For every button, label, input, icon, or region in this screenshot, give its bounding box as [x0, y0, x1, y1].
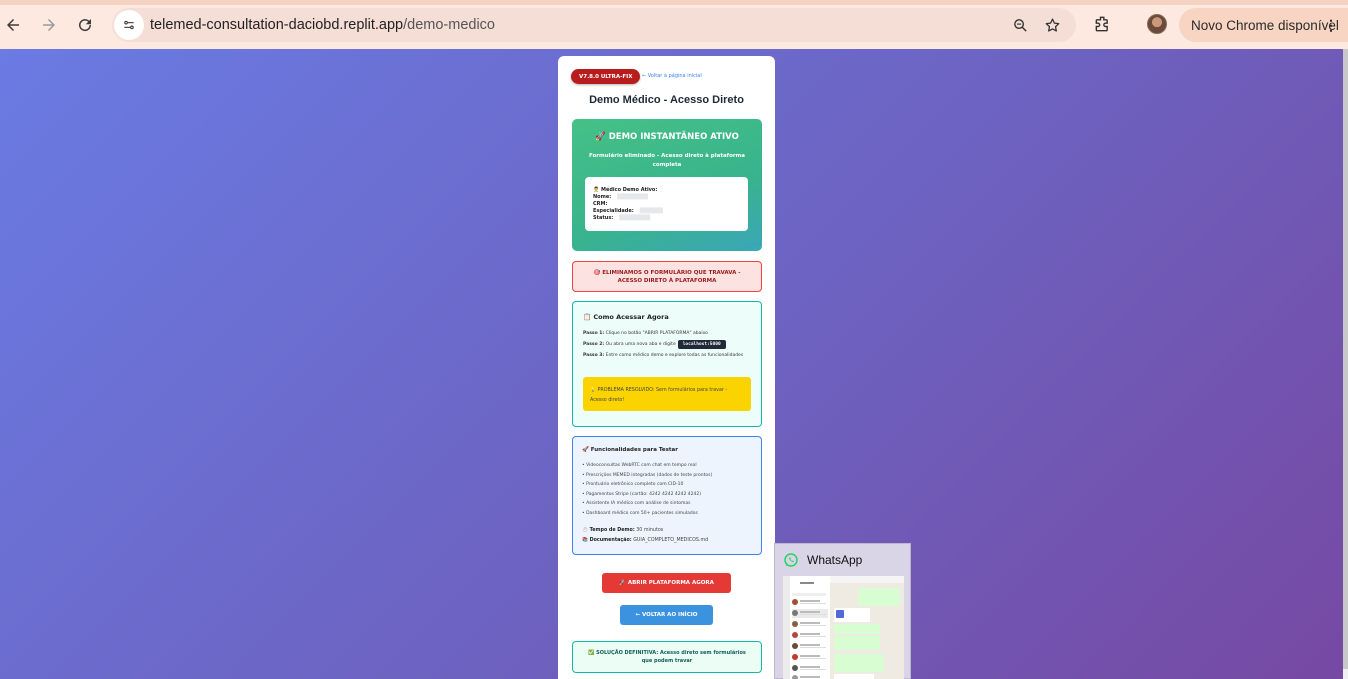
features-panel: 🚀 Funcionalidades para Testar • Videocon… [572, 436, 762, 555]
site-info-icon[interactable] [114, 10, 144, 40]
documentation-value: GUIA_COMPLETO_MEDICOS.md [631, 538, 709, 543]
crm-label: CRM: [593, 201, 608, 207]
demo-active-panel: 🚀 DEMO INSTANTÂNEO ATIVO Formulário elim… [572, 119, 762, 251]
thumb-row [792, 664, 828, 673]
doctor-status-row: Status: ████████ [593, 215, 740, 222]
doctor-specialty-row: Especialidade: ██████ [593, 208, 740, 215]
browser-toolbar: telemed-consultation-daciobd.replit.app/… [0, 0, 1348, 49]
version-badge: V7.8.0 ULTRA-FIX [571, 69, 641, 84]
bookmark-star-icon[interactable] [1042, 15, 1062, 35]
problem-solved-note: 💡 PROBLEMA RESOLVIDO: Sem formulários pa… [583, 377, 751, 411]
extensions-icon[interactable] [1093, 14, 1113, 34]
how-to-access-title: 📋 Como Acessar Agora [583, 313, 669, 321]
whatsapp-thumb-sidebar [783, 576, 790, 679]
definitive-solution-note: ✅ SOLUÇÃO DEFINITIVA: Acesso direto sem … [572, 641, 762, 673]
status-label: Status: [593, 215, 614, 221]
back-button[interactable] [0, 12, 26, 38]
thumb-row [792, 598, 828, 607]
step-2-label: Passo 2: [583, 342, 605, 347]
thumb-chat-header [830, 576, 904, 583]
thumb-row [792, 653, 828, 662]
name-value: ████████ [617, 194, 648, 200]
feature-item: • Assistente IA médico com análise de si… [582, 501, 691, 507]
whatsapp-preview-header: WhatsApp [783, 552, 862, 568]
thumb-row [792, 588, 828, 597]
step-1: Passo 1: Clique no botão "ABRIR PLATAFOR… [583, 331, 708, 336]
specialty-value: ██████ [639, 208, 663, 214]
whatsapp-thumb-chatlist [790, 576, 830, 679]
doctor-crm-row: CRM: [593, 201, 740, 208]
forward-button[interactable] [36, 12, 62, 38]
back-to-start-button[interactable]: ← VOLTAR AO INÍCIO [620, 605, 713, 625]
demo-card: V7.8.0 ULTRA-FIX ← Voltar à página inici… [558, 56, 775, 679]
thumb-image [836, 610, 844, 618]
url-domain: telemed-consultation-daciobd.replit.app [150, 17, 404, 33]
specialty-label: Especialidade: [593, 208, 634, 214]
thumb-input [834, 674, 874, 679]
documentation: 📚 Documentação: GUIA_COMPLETO_MEDICOS.md [582, 538, 708, 543]
demo-time-label: ⏱️ Tempo de Demo: [582, 528, 635, 533]
thumb-row [792, 609, 828, 618]
tab-strip [0, 0, 1348, 5]
features-title: 🚀 Funcionalidades para Testar [582, 447, 678, 453]
step-2: Passo 2: Ou abra uma nova aba e digite lo… [583, 340, 726, 349]
step-1-text: Clique no botão "ABRIR PLATAFORMA" abaix… [604, 331, 708, 336]
whatsapp-window-preview[interactable]: WhatsApp [774, 543, 911, 679]
thumb-bubble [834, 654, 884, 672]
localhost-code: localhost:5000 [677, 340, 726, 349]
step-3-text: Entre como médico demo e explore todas a… [604, 353, 744, 358]
name-label: Nome: [593, 194, 612, 200]
page-scrollbar[interactable] [1343, 49, 1348, 679]
feature-item: • Prescrições MEMED integradas (dados de… [582, 472, 713, 478]
doctor-info-box: 👨‍⚕️ Médico Demo Ativo: Nome: ████████ CR… [585, 177, 748, 231]
chrome-update-button[interactable]: Novo Chrome disponível ⋮ [1179, 8, 1348, 42]
demo-time-value: 30 minutos [634, 528, 664, 533]
thumb-row [792, 631, 828, 640]
feature-item: • Prontuário eletrônico completo com CID… [582, 482, 684, 488]
whatsapp-thumb-chat [830, 576, 904, 679]
thumb-row [792, 674, 828, 679]
url-text[interactable]: telemed-consultation-daciobd.replit.app/… [150, 17, 495, 33]
thumb-row [792, 642, 828, 651]
page-title: Demo Médico - Acesso Direto [589, 94, 744, 106]
status-value: ████████ [619, 215, 651, 221]
scrollbar-thumb[interactable] [1343, 49, 1348, 669]
profile-avatar[interactable] [1147, 14, 1167, 34]
features-list: • Videoconsultas WebRTC com chat em temp… [582, 461, 712, 519]
whatsapp-icon [784, 553, 798, 567]
arrow-left-icon [7, 19, 19, 31]
step-3-label: Passo 3: [583, 353, 605, 358]
reload-button[interactable] [72, 12, 98, 38]
reload-icon [79, 19, 92, 32]
address-bar[interactable]: telemed-consultation-daciobd.replit.app/… [112, 8, 1076, 42]
thumb-bubble [834, 636, 880, 650]
feature-item: • Pagamentos Stripe (cartão: 4242 4242 4… [582, 491, 701, 497]
step-3: Passo 3: Entre como médico demo e explor… [583, 353, 743, 358]
documentation-label: 📚 Documentação: [582, 538, 632, 543]
how-to-access-panel: 📋 Como Acessar Agora Passo 1: Clique no … [572, 301, 762, 427]
step-1-label: Passo 1: [583, 331, 605, 336]
doctor-info-heading: 👨‍⚕️ Médico Demo Ativo: [593, 187, 658, 193]
feature-item: • Dashboard médico com 50+ pacientes sim… [582, 510, 698, 516]
feature-item: • Videoconsultas WebRTC com chat em temp… [582, 463, 697, 468]
update-label: Novo Chrome disponível [1191, 17, 1339, 33]
doctor-name-row: Nome: ████████ [593, 194, 740, 201]
thumb-bubble [858, 588, 900, 606]
step-2-text: Ou abra uma nova aba e digite [604, 342, 676, 347]
arrow-right-icon [43, 19, 55, 31]
more-menu-icon[interactable]: ⋮ [1324, 17, 1338, 34]
whatsapp-thumbnail [783, 576, 904, 679]
thumb-bubble [834, 624, 880, 634]
open-platform-button[interactable]: 🚀 ABRIR PLATAFORMA AGORA [602, 573, 731, 593]
demo-active-title: 🚀 DEMO INSTANTÂNEO ATIVO [595, 132, 739, 142]
zoom-icon[interactable] [1010, 15, 1030, 35]
demo-active-subtitle: Formulário eliminado - Acesso direto à p… [588, 153, 746, 168]
whatsapp-preview-title: WhatsApp [807, 553, 863, 567]
url-path: /demo-medico [403, 17, 495, 33]
form-removed-alert: 🎯 ELIMINAMOS O FORMULÁRIO QUE TRAVAVA - … [572, 261, 762, 292]
back-home-link[interactable]: ← Voltar à página inicial [642, 73, 702, 79]
thumb-row [792, 620, 828, 629]
demo-time: ⏱️ Tempo de Demo: 30 minutos [582, 528, 663, 533]
